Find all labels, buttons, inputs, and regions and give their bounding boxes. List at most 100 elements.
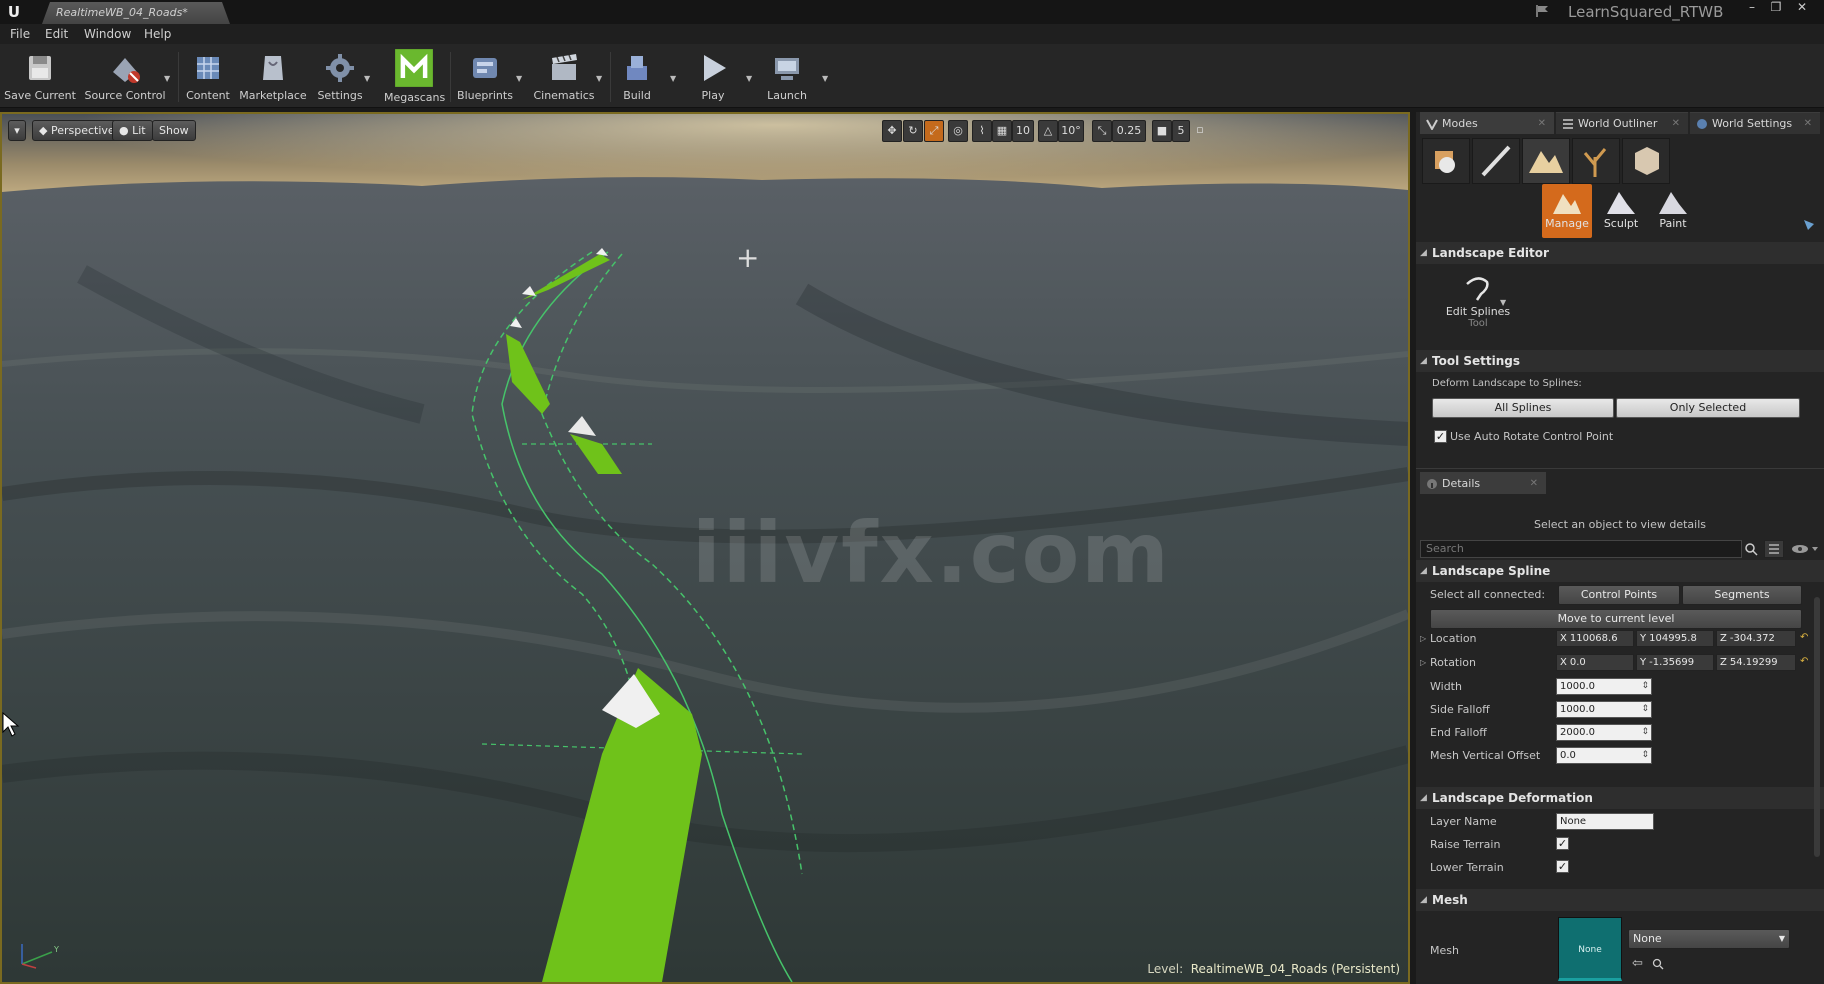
- world-local-icon[interactable]: ◎: [948, 120, 968, 142]
- auto-rotate-checkbox[interactable]: ✓: [1434, 430, 1447, 443]
- select-control-points-button[interactable]: Control Points: [1558, 585, 1680, 605]
- sculpt-mode-button[interactable]: Sculpt: [1596, 184, 1646, 238]
- tool-dropdown-icon[interactable]: ▼: [1500, 298, 1506, 307]
- settings-dropdown-icon[interactable]: ▼: [364, 74, 370, 83]
- rotation-x-field[interactable]: X 0.0: [1556, 654, 1634, 671]
- surface-snap-icon[interactable]: ⌇: [972, 120, 992, 142]
- location-y-field[interactable]: Y 104995.8: [1636, 630, 1714, 647]
- details-search-input[interactable]: Search: [1420, 540, 1742, 558]
- reset-arrow-icon[interactable]: ↶: [1800, 656, 1808, 667]
- eye-icon[interactable]: [1790, 542, 1818, 556]
- paint-layer-mode-button[interactable]: Paint: [1648, 184, 1698, 238]
- play-button[interactable]: Play: [690, 48, 736, 106]
- rotate-tool-icon[interactable]: ↻: [903, 120, 923, 142]
- mesh-thumbnail[interactable]: None: [1558, 917, 1622, 981]
- use-selected-arrow-icon[interactable]: ⇦: [1632, 956, 1643, 971]
- geometry-mode-button[interactable]: [1622, 138, 1670, 184]
- menu-help[interactable]: Help: [144, 27, 171, 41]
- foliage-mode-button[interactable]: [1572, 138, 1620, 184]
- build-dropdown-icon[interactable]: ▼: [670, 74, 676, 83]
- tab-details[interactable]: Details ✕: [1420, 472, 1546, 494]
- minimize-button[interactable]: –: [1740, 0, 1764, 16]
- end-falloff-field[interactable]: 2000.0 ⇕: [1556, 724, 1652, 741]
- manage-mode-button[interactable]: Manage: [1542, 184, 1592, 238]
- tool-settings-header[interactable]: ◢ Tool Settings: [1416, 350, 1824, 372]
- save-current-button[interactable]: Save Current: [4, 48, 76, 106]
- landscape-spline-header[interactable]: ◢ Landscape Spline: [1416, 560, 1824, 582]
- tab-modes[interactable]: Modes ✕: [1420, 112, 1554, 134]
- location-z-field[interactable]: Z -304.372: [1716, 630, 1796, 647]
- camera-speed-icon[interactable]: ■: [1152, 120, 1172, 142]
- all-splines-button[interactable]: All Splines: [1432, 398, 1614, 418]
- place-mode-button[interactable]: [1422, 138, 1470, 184]
- pin-icon[interactable]: [1802, 218, 1816, 232]
- raise-terrain-checkbox[interactable]: ✓: [1556, 837, 1569, 850]
- close-button[interactable]: ✕: [1790, 0, 1814, 16]
- close-icon[interactable]: ✕: [1530, 473, 1538, 495]
- launch-dropdown-icon[interactable]: ▼: [822, 74, 828, 83]
- settings-button[interactable]: Settings: [312, 48, 368, 106]
- lower-terrain-checkbox[interactable]: ✓: [1556, 860, 1569, 873]
- rotation-y-field[interactable]: Y -1.35699: [1636, 654, 1714, 671]
- close-icon[interactable]: ✕: [1538, 113, 1546, 135]
- expand-arrow-icon[interactable]: ▷: [1420, 634, 1426, 643]
- mesh-offset-field[interactable]: 0.0 ⇕: [1556, 747, 1652, 764]
- landscape-editor-header[interactable]: ◢ Landscape Editor: [1416, 242, 1824, 264]
- expand-arrow-icon[interactable]: ▷: [1420, 658, 1426, 667]
- landscape-mode-button[interactable]: [1522, 138, 1570, 184]
- play-dropdown-icon[interactable]: ▼: [746, 74, 752, 83]
- only-selected-button[interactable]: Only Selected: [1616, 398, 1800, 418]
- source-control-button[interactable]: Source Control: [82, 48, 168, 106]
- menu-window[interactable]: Window: [84, 27, 131, 41]
- tab-world-outliner[interactable]: World Outliner ✕: [1556, 112, 1688, 134]
- source-control-dropdown-icon[interactable]: ▼: [164, 74, 170, 83]
- maximize-viewport-icon[interactable]: ▫: [1194, 120, 1206, 142]
- level-viewport[interactable]: + iiivfx.com ▾ ◆ Perspective ● Lit Show …: [0, 112, 1410, 984]
- location-x-field[interactable]: X 110068.6: [1556, 630, 1634, 647]
- mesh-dropdown[interactable]: None ▼: [1628, 929, 1790, 949]
- marketplace-button[interactable]: Marketplace: [238, 48, 308, 106]
- search-icon[interactable]: [1744, 542, 1758, 556]
- grid-snap-icon[interactable]: ▦: [992, 120, 1012, 142]
- rotation-snap-value[interactable]: 10°: [1058, 120, 1084, 142]
- landscape-deformation-header[interactable]: ◢ Landscape Deformation: [1416, 787, 1824, 809]
- translate-tool-icon[interactable]: ✥: [882, 120, 902, 142]
- layer-name-field[interactable]: None: [1556, 813, 1654, 830]
- blueprints-button[interactable]: Blueprints: [454, 48, 516, 106]
- blueprints-dropdown-icon[interactable]: ▼: [516, 74, 522, 83]
- grid-snap-value[interactable]: 10: [1012, 120, 1034, 142]
- scale-snap-icon[interactable]: ⤡: [1092, 120, 1112, 142]
- content-button[interactable]: Content: [182, 48, 234, 106]
- document-tab[interactable]: RealtimeWB_04_Roads*: [42, 2, 230, 24]
- width-field[interactable]: 1000.0 ⇕: [1556, 678, 1652, 695]
- menu-file[interactable]: File: [10, 27, 30, 41]
- property-matrix-button[interactable]: [1764, 540, 1784, 558]
- scale-snap-value[interactable]: 0.25: [1112, 120, 1146, 142]
- rotation-z-field[interactable]: Z 54.19299: [1716, 654, 1796, 671]
- tab-world-settings[interactable]: World Settings ✕: [1690, 112, 1820, 134]
- details-scrollbar[interactable]: [1814, 597, 1820, 857]
- viewport-options-button[interactable]: ▾: [8, 120, 26, 141]
- launch-button[interactable]: Launch: [762, 48, 812, 106]
- close-icon[interactable]: ✕: [1804, 113, 1812, 135]
- camera-speed-value[interactable]: 5: [1172, 120, 1190, 142]
- move-to-level-button[interactable]: Move to current level: [1430, 609, 1802, 629]
- paint-mode-button[interactable]: [1472, 138, 1520, 184]
- megascans-button[interactable]: Megascans: [384, 48, 445, 106]
- cinematics-button[interactable]: Cinematics: [530, 48, 598, 106]
- show-button[interactable]: Show: [152, 120, 196, 141]
- reset-arrow-icon[interactable]: ↶: [1800, 632, 1808, 643]
- select-segments-button[interactable]: Segments: [1682, 585, 1802, 605]
- rotation-snap-icon[interactable]: △: [1038, 120, 1058, 142]
- close-icon[interactable]: ✕: [1672, 113, 1680, 135]
- scale-tool-icon[interactable]: ⤢: [924, 120, 944, 142]
- side-falloff-field[interactable]: 1000.0 ⇕: [1556, 701, 1652, 718]
- menu-edit[interactable]: Edit: [45, 27, 68, 41]
- perspective-button[interactable]: ◆ Perspective: [32, 120, 122, 141]
- mesh-header[interactable]: ◢ Mesh: [1416, 889, 1824, 911]
- build-button[interactable]: Build: [614, 48, 660, 106]
- maximize-button[interactable]: ❐: [1764, 0, 1788, 16]
- lit-button[interactable]: ● Lit: [112, 120, 153, 141]
- cinematics-dropdown-icon[interactable]: ▼: [596, 74, 602, 83]
- browse-search-icon[interactable]: [1652, 958, 1664, 970]
